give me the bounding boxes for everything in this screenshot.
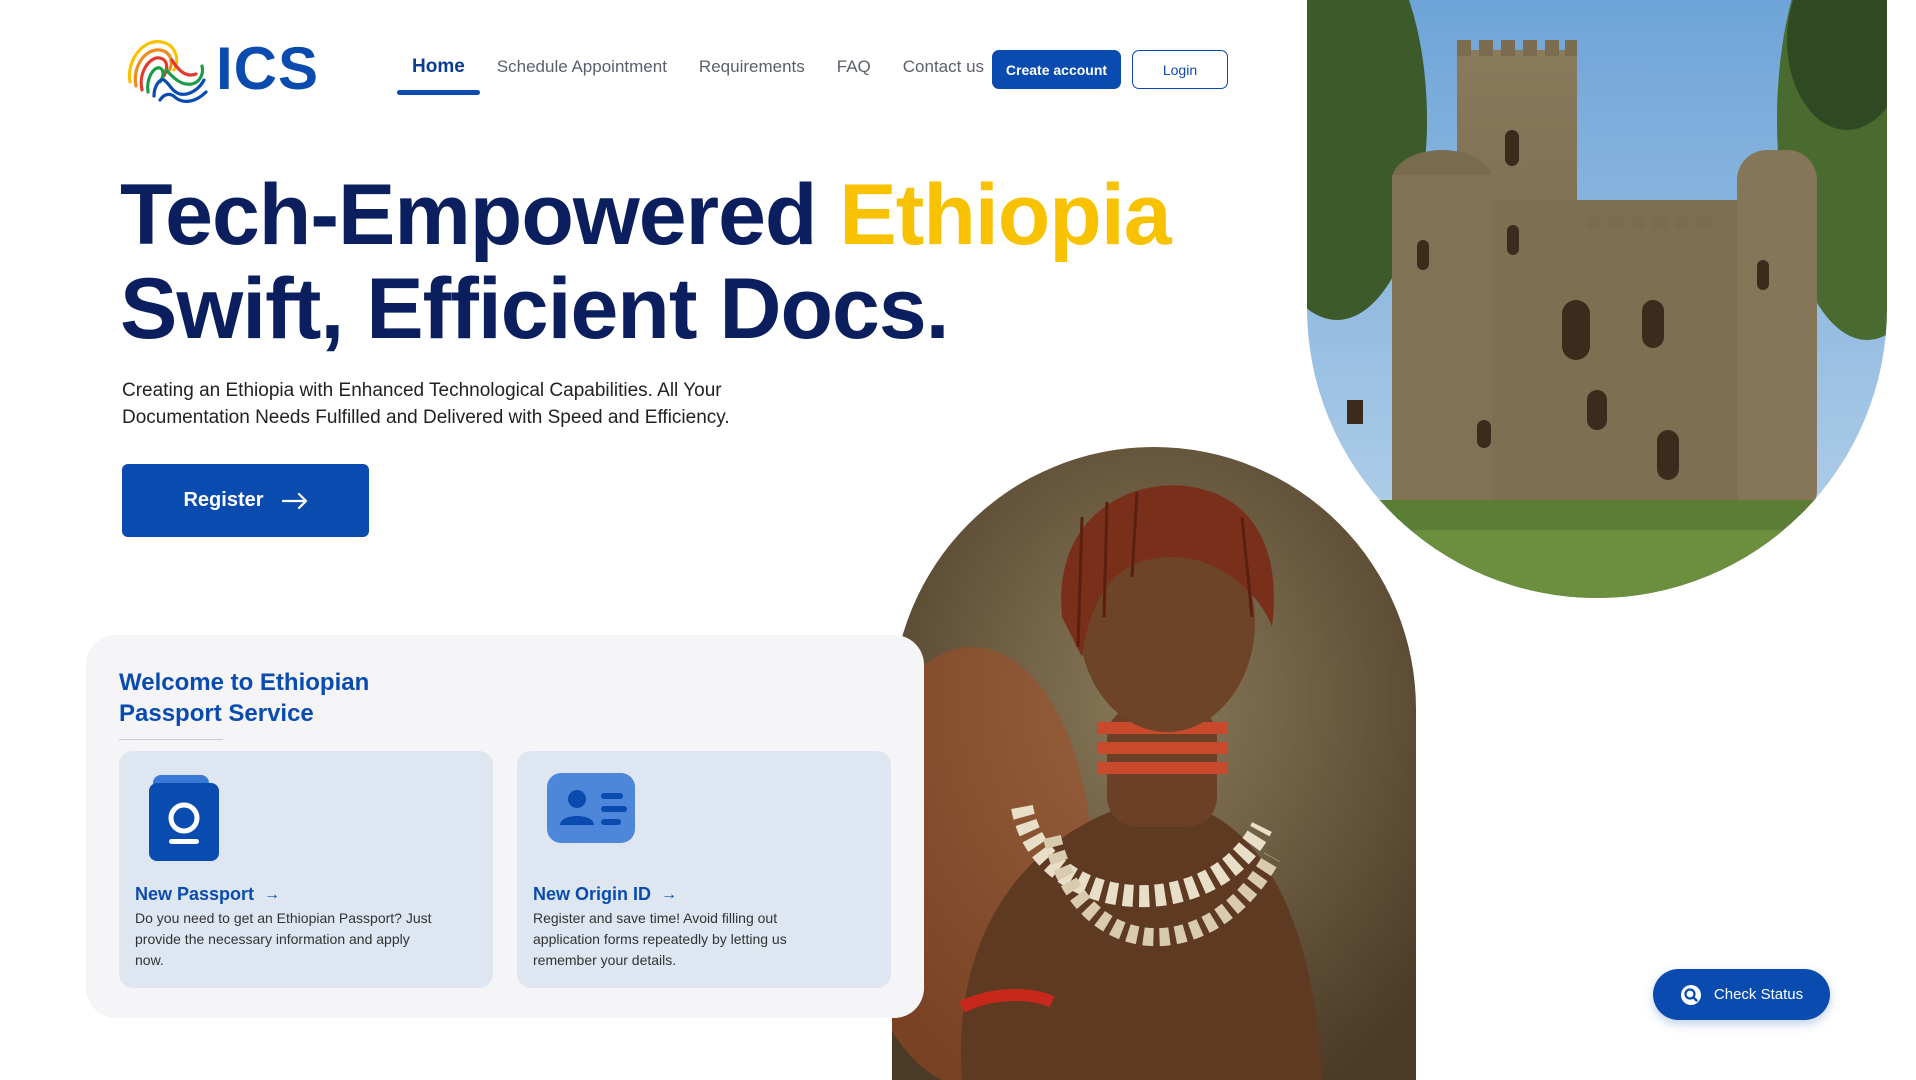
create-account-button[interactable]: Create account	[992, 50, 1121, 89]
search-icon	[1680, 984, 1701, 1005]
nav-schedule-appointment[interactable]: Schedule Appointment	[497, 57, 667, 77]
fingerprint-logo-icon	[127, 39, 208, 103]
passport-icon	[149, 775, 219, 861]
hero-subtitle: Creating an Ethiopia with Enhanced Techn…	[122, 380, 730, 428]
new-passport-title[interactable]: New Passport →	[135, 884, 280, 905]
check-status-label: Check Status	[1713, 986, 1804, 1003]
nav-contact-us[interactable]: Contact us	[903, 57, 984, 77]
hero-title-line2: Swift, Efficient Docs.	[120, 261, 950, 357]
services-title: Welcome to Ethiopian Passport Service	[119, 669, 370, 727]
register-button[interactable]: Register	[122, 464, 369, 537]
nav-home[interactable]: Home	[397, 56, 480, 95]
new-origin-id-description: Register and save time! Avoid filling ou…	[533, 910, 787, 968]
nav-active-underline	[397, 90, 480, 95]
register-label: Register	[183, 489, 264, 511]
check-status-button[interactable]: Check Status	[1653, 969, 1830, 1020]
arrow-right-icon	[281, 492, 307, 509]
arrow-right-icon: →	[661, 885, 678, 903]
new-passport-card[interactable]: New Passport → Do you need to get an Eth…	[119, 751, 493, 988]
main-nav: Home Schedule Appointment Requirements F…	[397, 56, 1016, 95]
new-passport-description: Do you need to get an Ethiopian Passport…	[135, 910, 432, 968]
nav-requirements[interactable]: Requirements	[699, 57, 805, 77]
services-panel: Welcome to Ethiopian Passport Service Ne…	[86, 635, 924, 1018]
hero-title: Tech-Empowered Ethiopia Swift, Efficient…	[120, 167, 1172, 357]
logo-text: ICS	[216, 34, 320, 102]
arrow-right-icon: →	[264, 885, 281, 903]
portrait-photo	[892, 447, 1416, 1080]
login-button[interactable]: Login	[1132, 50, 1228, 89]
id-card-icon	[547, 773, 635, 843]
new-origin-id-title[interactable]: New Origin ID →	[533, 884, 677, 905]
hero-title-part1: Tech-Empowered	[120, 167, 840, 263]
brand-logo[interactable]: ICS	[120, 30, 319, 106]
title-divider	[119, 739, 223, 740]
castle-photo	[1307, 0, 1887, 598]
hero-title-accent: Ethiopia	[839, 167, 1171, 263]
nav-faq[interactable]: FAQ	[837, 57, 871, 77]
new-origin-id-card[interactable]: New Origin ID → Register and save time! …	[517, 751, 891, 988]
